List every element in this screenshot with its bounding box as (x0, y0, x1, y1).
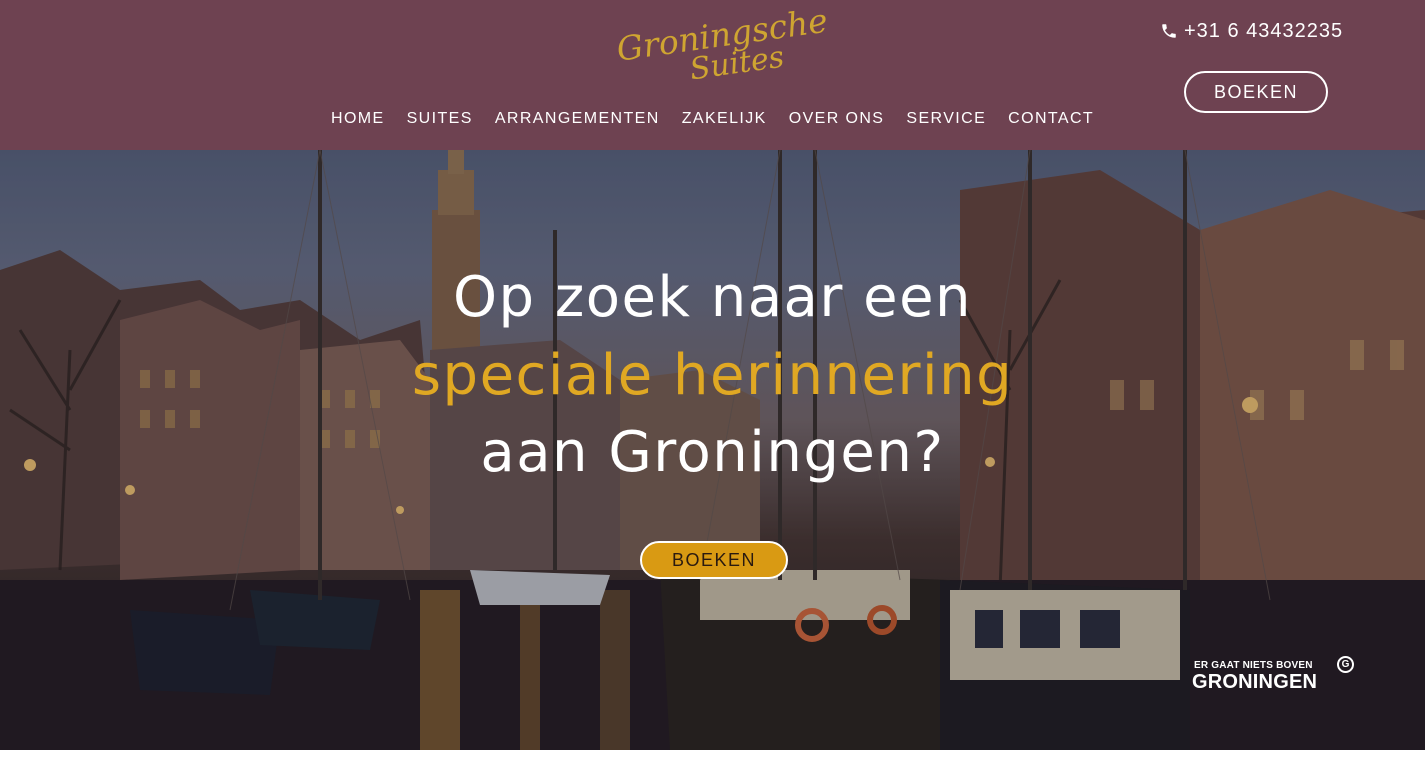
hero-heading-line-2: speciale herinnering (411, 343, 1014, 408)
nav-item-home[interactable]: HOME (320, 108, 396, 132)
book-button-header[interactable]: BOEKEN (1184, 71, 1328, 113)
nav-item-zakelijk[interactable]: ZAKELIJK (671, 108, 778, 132)
badge-mark: G (1337, 656, 1354, 673)
nav-item-arrangementen[interactable]: ARRANGEMENTEN (484, 108, 671, 132)
hero-heading-line-1: Op zoek naar een (452, 265, 973, 330)
logo[interactable]: Groningsche Suites (614, 1, 830, 94)
nav-item-contact[interactable]: CONTACT (997, 108, 1105, 132)
hero-heading-line-3: aan Groningen? (480, 420, 945, 485)
book-button-hero[interactable]: BOEKEN (640, 541, 788, 579)
nav-item-suites[interactable]: SUITES (396, 108, 484, 132)
site-header: Groningsche Suites +31 6 43432235 BOEKEN… (0, 0, 1425, 150)
nav-item-service[interactable]: SERVICE (895, 108, 997, 132)
groningen-badge: ER GAAT NIETS BOVEN GRONINGEN G (1192, 655, 1362, 695)
phone-link[interactable]: +31 6 43432235 (1160, 18, 1343, 44)
phone-number: +31 6 43432235 (1184, 19, 1344, 42)
hero-section: Op zoek naar een speciale herinnering aa… (0, 150, 1425, 750)
main-nav: HOME SUITES ARRANGEMENTEN ZAKELIJK OVER … (320, 108, 1105, 132)
nav-item-over-ons[interactable]: OVER ONS (778, 108, 896, 132)
badge-tagline: ER GAAT NIETS BOVEN (1194, 660, 1313, 671)
badge-title: GRONINGEN (1192, 671, 1318, 693)
phone-icon (1160, 22, 1178, 40)
